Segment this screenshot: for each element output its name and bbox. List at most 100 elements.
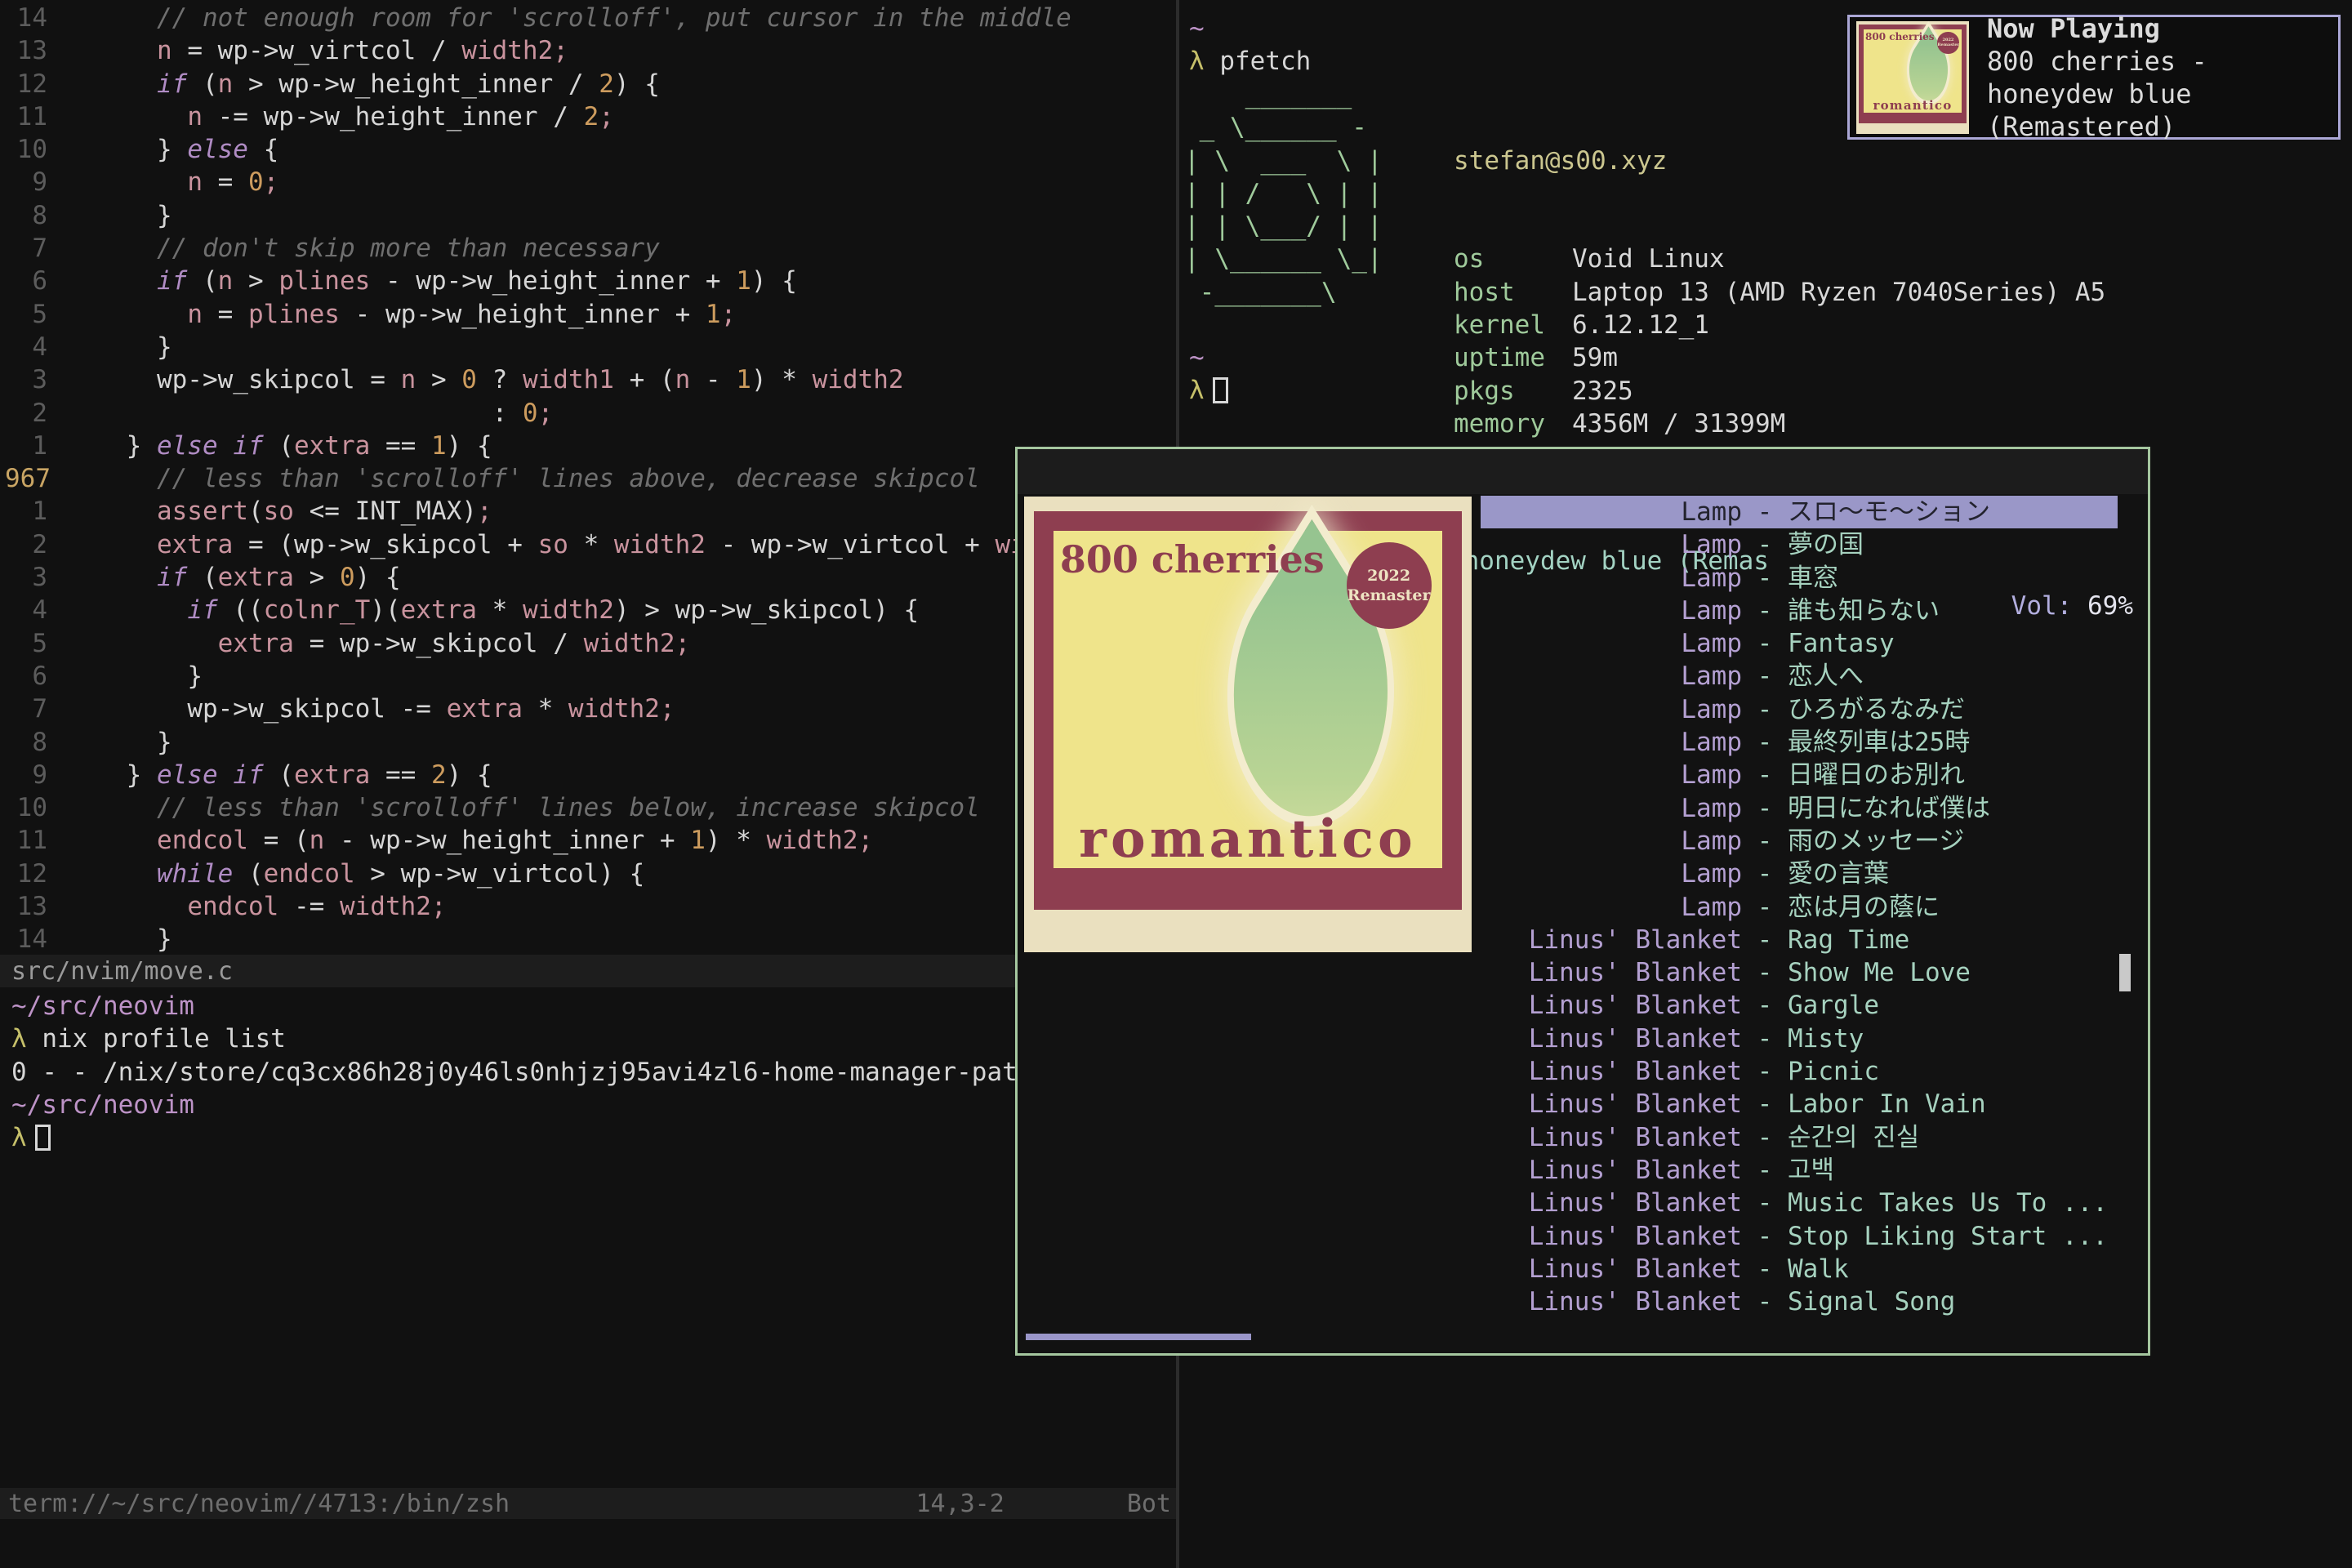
album-title-text: romantico <box>1055 808 1440 870</box>
code-line: 9 } else if (extra == 2) { <box>0 759 1179 791</box>
code-line: 4 } <box>0 331 1179 363</box>
now-playing-notification[interactable]: 800 cherries 2022Remaster romantico Now … <box>1847 15 2341 140</box>
playlist-scrollbar-thumb[interactable] <box>2119 954 2131 991</box>
playlist-row[interactable]: Linus' Blanket - Walk <box>1481 1253 2118 1285</box>
code-line: 7 // don't skip more than necessary <box>0 232 1179 265</box>
playlist: Lamp - スロ～モ～ションLamp - 夢の国Lamp - 車窓Lamp -… <box>1481 496 2118 1318</box>
vim-statusline: src/nvim/move.c 967,1 <box>0 955 1179 987</box>
code-line: 9 n = 0; <box>0 166 1179 198</box>
playlist-row[interactable]: Linus' Blanket - 순간의 진실 <box>1481 1121 2118 1154</box>
terminal-statusline: term://~/src/neovim//4713:/bin/zsh 14,3-… <box>0 1488 1179 1519</box>
album-title-text: romantico <box>1864 98 1962 113</box>
playlist-row[interactable]: Lamp - 誰も知らない <box>1481 595 2118 627</box>
code-line: 13 endcol -= width2; <box>0 890 1179 923</box>
statusline-filename: src/nvim/move.c <box>11 957 233 986</box>
code-line: 8 } <box>0 199 1179 232</box>
playlist-row-selected[interactable]: Lamp - スロ～モ～ション <box>1481 496 2118 528</box>
playlist-row[interactable]: Linus' Blanket - Misty <box>1481 1022 2118 1055</box>
terminal-line: λ nix profile list <box>11 1022 1032 1055</box>
playlist-row[interactable]: Linus' Blanket - Music Takes Us To ... <box>1481 1187 2118 1219</box>
code-line: 3 if (extra > 0) { <box>0 561 1179 594</box>
code-line: 3 wp->w_skipcol = n > 0 ? width1 + (n - … <box>0 363 1179 396</box>
void-linux-ascii-logo: _______ _ \______ - | \ ___ \ | | | / \ … <box>1184 78 1383 309</box>
code-line: 12 if (n > wp->w_height_inner / 2) { <box>0 68 1179 100</box>
code-line: 5 n = plines - wp->w_height_inner + 1; <box>0 298 1179 331</box>
playlist-row[interactable]: Linus' Blanket - Rag Time <box>1481 924 2118 956</box>
pfetch-field: osVoid Linux <box>1454 243 2105 275</box>
embedded-terminal-buffer[interactable]: ~/src/neovimλ nix profile list0 - - /nix… <box>11 990 1032 1154</box>
code-line: 1 } else if (extra == 1) { <box>0 430 1179 462</box>
terminal-cursor <box>1213 377 1228 403</box>
shell-command-text: pfetch <box>1219 47 1311 76</box>
terminal-scroll-position: Bot <box>1127 1490 1171 1518</box>
playlist-row[interactable]: Linus' Blanket - Signal Song <box>1481 1285 2118 1318</box>
code-line: 4 if ((colnr_T)(extra * width2) > wp->w_… <box>0 594 1179 626</box>
album-artist-text: 800 cherries <box>1865 31 1935 42</box>
neovim-pane[interactable]: 14 // not enough room for 'scrolloff', p… <box>0 0 1179 1568</box>
prompt-directory: ~ <box>1189 12 1205 45</box>
album-artist-text: 800 cherries <box>1060 537 1325 581</box>
playlist-row[interactable]: Linus' Blanket - Picnic <box>1481 1055 2118 1088</box>
playlist-row[interactable]: Lamp - 日曜日のお別れ <box>1481 759 2118 791</box>
playlist-row[interactable]: Lamp - 愛の言葉 <box>1481 858 2118 890</box>
playlist-row[interactable]: Lamp - 車窓 <box>1481 562 2118 595</box>
prompt-directory-bottom: ~ <box>1189 341 1205 374</box>
pfetch-user: stefan@s00.xyz <box>1454 145 2105 177</box>
prompt-line: λ pfetch <box>1189 45 1311 78</box>
prompt-symbol: λ <box>1189 47 1205 76</box>
pfetch-field: hostLaptop 13 (AMD Ryzen 7040Series) A5 <box>1454 276 2105 309</box>
remaster-badge: 2022Remaster <box>1937 32 1958 53</box>
playlist-row[interactable]: Linus' Blanket - Gargle <box>1481 989 2118 1022</box>
code-line: 6 } <box>0 660 1179 693</box>
code-line: 13 n = wp->w_virtcol / width2; <box>0 34 1179 67</box>
remaster-badge: 2022Remaster <box>1347 542 1432 629</box>
terminal-line: ~/src/neovim <box>11 990 1032 1022</box>
code-line: 11 n -= wp->w_height_inner / 2; <box>0 100 1179 133</box>
code-line: 6 if (n > plines - wp->w_height_inner + … <box>0 265 1179 297</box>
playlist-row[interactable]: Lamp - Fantasy <box>1481 627 2118 660</box>
prompt-symbol-bottom: λ <box>1189 376 1205 405</box>
playlist-row[interactable]: Lamp - ひろがるなみだ <box>1481 693 2118 726</box>
track-progress-bar[interactable] <box>1026 1334 1251 1340</box>
code-line: 10 // less than 'scrolloff' lines below,… <box>0 791 1179 824</box>
terminal-cursor <box>35 1125 51 1151</box>
code-line: 12 while (endcol > wp->w_virtcol) { <box>0 858 1179 890</box>
playlist-row[interactable]: Linus' Blanket - 고백 <box>1481 1154 2118 1187</box>
code-line: 14 } <box>0 923 1179 956</box>
shell-command <box>1205 47 1220 76</box>
terminal-line: ~/src/neovim <box>11 1089 1032 1121</box>
code-line: 967 // less than 'scrolloff' lines above… <box>0 462 1179 495</box>
playlist-row[interactable]: Lamp - 夢の国 <box>1481 528 2118 561</box>
terminal-buffer-name: term://~/src/neovim//4713:/bin/zsh <box>8 1490 915 1518</box>
playlist-row[interactable]: Linus' Blanket - Labor In Vain <box>1481 1088 2118 1120</box>
playlist-row[interactable]: Lamp - 恋は月の蔭に <box>1481 891 2118 924</box>
playlist-row[interactable]: Linus' Blanket - Stop Liking Start ... <box>1481 1220 2118 1253</box>
album-art-thumbnail: 800 cherries 2022Remaster romantico <box>1856 21 1969 134</box>
pfetch-field: uptime59m <box>1454 341 2105 374</box>
prompt-line-bottom[interactable]: λ <box>1189 374 1228 407</box>
playlist-row[interactable]: Lamp - 最終列車は25時 <box>1481 726 2118 759</box>
code-line: 5 extra = wp->w_skipcol / width2; <box>0 627 1179 660</box>
code-line: 8 } <box>0 726 1179 759</box>
playlist-row[interactable]: Lamp - 雨のメッセージ <box>1481 825 2118 858</box>
notification-track-suffix: (Remastered) <box>1987 110 2338 143</box>
code-line: 7 wp->w_skipcol -= extra * width2; <box>0 693 1179 725</box>
code-line: 2 : 0; <box>0 397 1179 430</box>
notification-title: Now Playing <box>1987 12 2338 45</box>
player-header: [Playing] herries - honeydew blue (Remas… <box>1018 449 2148 494</box>
notification-text: Now Playing 800 cherries - honeydew blue… <box>1987 12 2338 143</box>
code-line: 10 } else { <box>0 133 1179 166</box>
notification-track: 800 cherries - honeydew blue <box>1987 45 2338 110</box>
code-line: 14 // not enough room for 'scrolloff', p… <box>0 2 1179 34</box>
playlist-row[interactable]: Linus' Blanket - Show Me Love <box>1481 956 2118 989</box>
album-art: 800 cherries 2022Remaster romantico <box>1024 497 1472 952</box>
terminal-line: 0 - - /nix/store/cq3cx86h28j0y46ls0nhjzj… <box>11 1056 1032 1089</box>
code-buffer: 14 // not enough room for 'scrolloff', p… <box>0 2 1179 956</box>
pfetch-field: kernel6.12.12_1 <box>1454 309 2105 341</box>
code-line: 11 endcol = (n - wp->w_height_inner + 1)… <box>0 824 1179 857</box>
playlist-row[interactable]: Lamp - 恋人へ <box>1481 660 2118 693</box>
pfetch-field: pkgs2325 <box>1454 375 2105 408</box>
playlist-row[interactable]: Lamp - 明日になれば僕は <box>1481 792 2118 825</box>
music-player-window[interactable]: [Playing] herries - honeydew blue (Remas… <box>1015 447 2150 1356</box>
terminal-line: λ <box>11 1121 1032 1154</box>
